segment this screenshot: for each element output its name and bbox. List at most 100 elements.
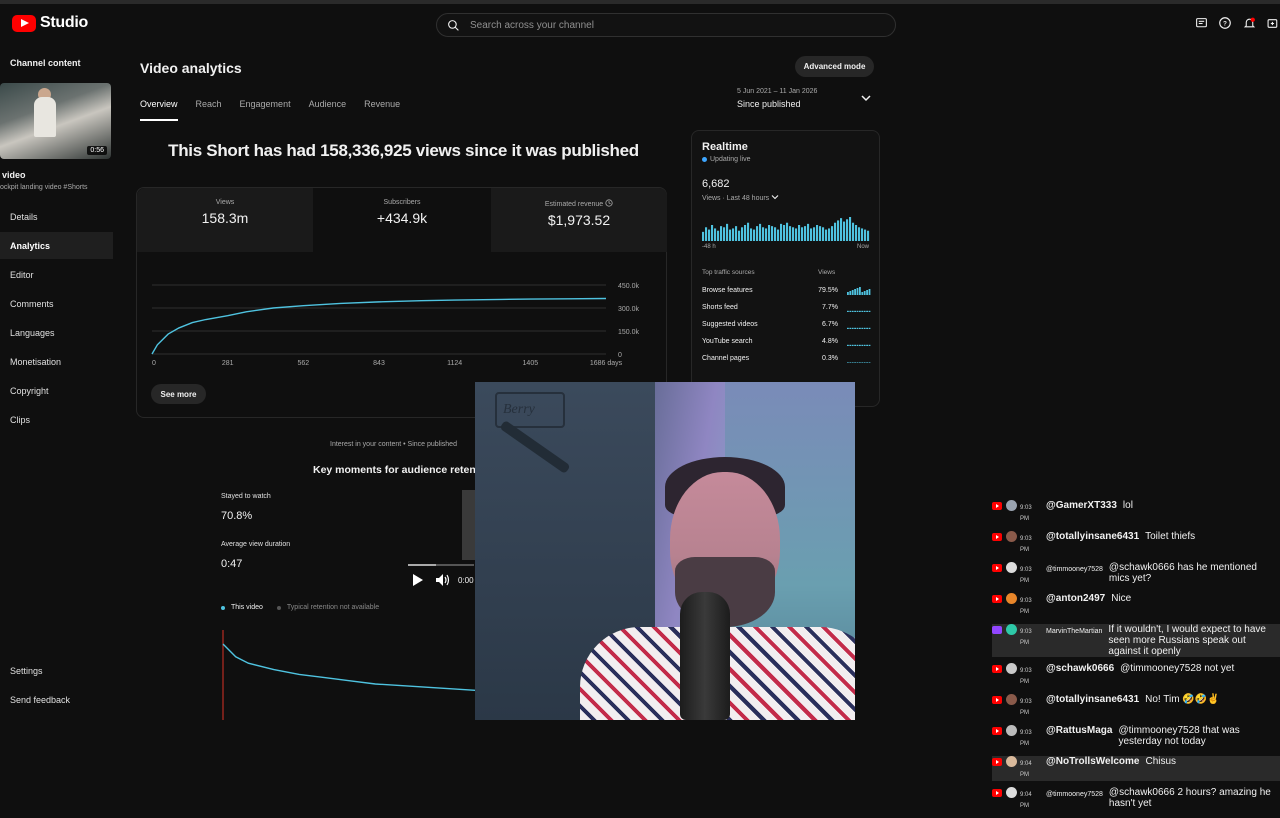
- chat-text: No! Tim 🤣🤣✌: [1145, 694, 1220, 705]
- chat-overlay: 9:03 PM @GamerXT333 lol 9:03 PM @totallyinsa…: [992, 500, 1280, 818]
- sparkline-bar: [854, 344, 856, 346]
- metric-subscribers[interactable]: Subscribers +434.9k: [314, 188, 490, 252]
- realtime-bar: [864, 229, 867, 241]
- notifications-icon[interactable]: [1242, 16, 1256, 30]
- views-header: Views: [818, 269, 836, 276]
- youtube-icon: [992, 727, 1002, 735]
- sparkline-bar: [847, 292, 849, 295]
- youtube-icon: [992, 595, 1002, 603]
- realtime-bar: [846, 219, 849, 241]
- realtime-bar: [717, 230, 720, 241]
- tab-overview[interactable]: Overview: [140, 99, 178, 121]
- traffic-source-pct: 6.7%: [822, 321, 838, 328]
- retention-line-chart: [222, 630, 477, 720]
- live-dot-icon: [702, 157, 707, 162]
- sparkline-bar: [859, 327, 861, 329]
- sparkline-bar: [849, 310, 852, 312]
- sidebar-item-editor[interactable]: Editor: [0, 261, 113, 288]
- youtube-logo-icon: [12, 14, 36, 32]
- channel-content-link[interactable]: Channel content: [10, 58, 81, 68]
- date-range-picker[interactable]: 5 Jun 2021 – 11 Jan 2026 Since published: [737, 88, 817, 109]
- chat-username: @totallyinsane6431: [1046, 531, 1140, 542]
- sidebar-item-copyright[interactable]: Copyright: [0, 377, 113, 404]
- y-tick-label: 0: [618, 352, 622, 359]
- youtube-icon: [992, 564, 1002, 572]
- realtime-bar: [852, 222, 855, 241]
- realtime-bar: [804, 226, 807, 241]
- y-tick-label: 300.0k: [618, 306, 640, 313]
- avatar: [1006, 593, 1017, 604]
- sidebar-item-monetisation[interactable]: Monetisation: [0, 348, 113, 375]
- traffic-source-row[interactable]: YouTube search 4.8%: [702, 338, 871, 355]
- sparkline-bar: [866, 327, 868, 329]
- realtime-bar: [825, 229, 828, 241]
- sparkline-bar: [849, 291, 852, 295]
- feedback-icon[interactable]: [1194, 16, 1208, 30]
- y-tick-label: 150.0k: [618, 329, 640, 336]
- play-icon[interactable]: [413, 574, 423, 586]
- traffic-source-row[interactable]: Channel pages 0.3%: [702, 355, 871, 372]
- sparkline-bar: [847, 327, 849, 329]
- traffic-source-row[interactable]: Browse features 79.5%: [702, 287, 871, 304]
- realtime-range-dropdown[interactable]: Views · Last 48 hours: [702, 194, 779, 202]
- sidebar-item-analytics[interactable]: Analytics: [0, 232, 113, 259]
- video-player[interactable]: 0:00: [400, 490, 476, 590]
- sparkline-bar: [866, 344, 868, 346]
- help-icon[interactable]: ?: [1218, 16, 1232, 30]
- video-title: video: [2, 170, 26, 180]
- webcam-overlay: Berry: [475, 382, 855, 720]
- sidebar-item-clips[interactable]: Clips: [0, 406, 113, 433]
- traffic-source-pct: 79.5%: [818, 287, 838, 294]
- chevron-down-icon[interactable]: [861, 94, 871, 102]
- traffic-sparkline: [847, 310, 871, 312]
- metric-estimated-revenue[interactable]: Estimated revenue $1,973.52: [491, 188, 667, 252]
- tab-reach[interactable]: Reach: [196, 99, 222, 121]
- video-thumbnail[interactable]: 0:56: [0, 83, 111, 159]
- realtime-bar-chart: [702, 217, 870, 241]
- sidebar-item-details[interactable]: Details: [0, 203, 113, 230]
- avatar: [1006, 694, 1017, 705]
- traffic-source-row[interactable]: Shorts feed 7.7%: [702, 304, 871, 321]
- sparkline-bar: [854, 310, 856, 312]
- create-icon[interactable]: [1266, 16, 1280, 30]
- sparkline-bar: [851, 327, 854, 329]
- chat-message: 9:03 PM @totallyinsane6431 No! Tim 🤣🤣✌: [992, 694, 1280, 719]
- see-more-button[interactable]: See more: [151, 384, 206, 404]
- advanced-mode-button[interactable]: Advanced mode: [795, 56, 874, 77]
- sidebar-item-settings[interactable]: Settings: [0, 657, 113, 684]
- sparkline-bar: [849, 344, 852, 346]
- realtime-card: Realtime Updating live 6,682 Views · Las…: [691, 130, 880, 407]
- views-line-chart: 0 150.0k 300.0k 450.0k 0 281 562 843 1124 1405 168…: [151, 283, 640, 367]
- sparkline-bar: [856, 327, 859, 329]
- sparkline-bar: [851, 344, 854, 346]
- tab-revenue[interactable]: Revenue: [364, 99, 400, 121]
- youtube-icon: [992, 758, 1002, 766]
- traffic-source-row[interactable]: Suggested videos 6.7%: [702, 321, 871, 338]
- sparkline-bar: [868, 310, 871, 312]
- volume-icon[interactable]: [436, 574, 450, 586]
- metric-views[interactable]: Views 158.3m: [137, 188, 313, 252]
- sidebar-item-send-feedback[interactable]: Send feedback: [0, 686, 113, 713]
- realtime-axis-end: Now: [856, 244, 869, 250]
- studio-logo[interactable]: Studio: [12, 14, 88, 32]
- player-scrubber[interactable]: [408, 564, 474, 566]
- traffic-source-name: Browse features: [702, 287, 753, 294]
- sidebar-item-comments[interactable]: Comments: [0, 290, 113, 317]
- sparkline-bar: [863, 310, 866, 312]
- chat-message: 9:04 PM @timmooney7528 @schawk0666 2 hours…: [992, 787, 1280, 812]
- sidebar-item-languages[interactable]: Languages: [0, 319, 113, 346]
- key-moments-title: Key moments for audience retent: [313, 464, 480, 476]
- search-bar[interactable]: [436, 13, 896, 37]
- traffic-sparkline: [847, 344, 871, 346]
- sparkline-bar: [861, 327, 864, 329]
- realtime-bar: [789, 226, 792, 241]
- search-input[interactable]: [470, 19, 850, 31]
- realtime-bar: [861, 228, 864, 241]
- stayed-to-watch-value: 70.8%: [221, 510, 253, 522]
- tab-audience[interactable]: Audience: [309, 99, 347, 121]
- x-tick-label: 843: [373, 360, 385, 367]
- traffic-sparkline: [847, 287, 871, 295]
- chat-text: @timmooney7528 that was yesterday not to…: [1118, 725, 1240, 747]
- tab-engagement[interactable]: Engagement: [240, 99, 291, 121]
- chat-time: 9:03 PM: [1020, 505, 1032, 522]
